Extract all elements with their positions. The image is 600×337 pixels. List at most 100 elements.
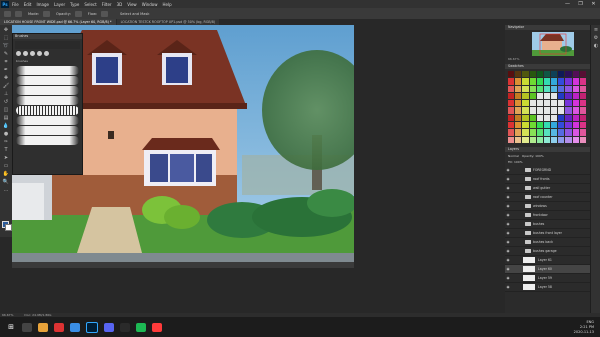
- opacity-field[interactable]: [74, 10, 82, 17]
- hand-tool-icon[interactable]: ✋: [2, 171, 10, 177]
- color-swatch[interactable]: [508, 78, 515, 85]
- flow-field[interactable]: [101, 10, 109, 17]
- marquee-tool-icon[interactable]: ⬚: [2, 35, 10, 41]
- color-swatch[interactable]: [529, 92, 536, 100]
- layer-row[interactable]: ◉ roof counter: [505, 193, 600, 202]
- layer-row[interactable]: ◉ bushes: [505, 220, 600, 229]
- menu-filter[interactable]: Filter: [102, 2, 112, 7]
- color-swatch[interactable]: [579, 92, 586, 100]
- blend-mode-dropdown[interactable]: Normal: [508, 154, 519, 158]
- blur-tool-icon[interactable]: 💧: [2, 123, 10, 129]
- visibility-eye-icon[interactable]: ◉: [505, 267, 511, 271]
- quick-select-tool-icon[interactable]: ✎: [2, 51, 10, 57]
- color-swatch[interactable]: [543, 122, 551, 129]
- color-swatch[interactable]: [558, 85, 565, 92]
- stamp-tool-icon[interactable]: ⊥: [2, 91, 10, 97]
- move-tool-icon[interactable]: ✥: [2, 27, 10, 33]
- layer-row[interactable]: ◉ bushes back: [505, 238, 600, 247]
- color-swatch[interactable]: [536, 100, 543, 107]
- pen-tool-icon[interactable]: ✑: [2, 139, 10, 145]
- visibility-eye-icon[interactable]: ◉: [505, 222, 511, 226]
- color-swatch[interactable]: [565, 114, 572, 122]
- brush-preset[interactable]: [16, 116, 79, 125]
- layer-row[interactable]: ◉ Layer 60: [505, 265, 600, 274]
- color-swatch[interactable]: [551, 122, 558, 129]
- color-swatch[interactable]: [558, 129, 565, 136]
- minimize-button[interactable]: —: [561, 0, 574, 8]
- color-swatch[interactable]: [522, 114, 529, 122]
- menu-window[interactable]: Window: [142, 2, 158, 7]
- layer-row[interactable]: ◉ windows: [505, 202, 600, 211]
- search-icon[interactable]: [22, 322, 32, 332]
- color-swatch[interactable]: [536, 92, 543, 100]
- file-explorer-icon[interactable]: [38, 322, 48, 332]
- color-swatch[interactable]: [565, 107, 572, 114]
- color-swatch[interactable]: [522, 85, 529, 92]
- canvas-scrollbar[interactable]: [12, 262, 354, 268]
- color-swatch[interactable]: [529, 107, 536, 114]
- color-swatch[interactable]: [529, 129, 536, 136]
- photoshop-taskbar-icon[interactable]: [86, 321, 98, 333]
- background-color-swatch[interactable]: [5, 224, 12, 231]
- color-swatch[interactable]: [515, 122, 522, 129]
- color-swatch[interactable]: [515, 136, 522, 143]
- healing-tool-icon[interactable]: ✚: [2, 75, 10, 81]
- color-swatch[interactable]: [536, 136, 543, 143]
- eyedropper-tool-icon[interactable]: ✒: [2, 67, 10, 73]
- color-swatch[interactable]: [529, 78, 536, 85]
- brush-tip-icon[interactable]: [30, 51, 35, 56]
- color-swatch[interactable]: [536, 85, 543, 92]
- color-swatch[interactable]: [565, 92, 572, 100]
- color-swatch[interactable]: [551, 100, 558, 107]
- color-swatch[interactable]: [551, 129, 558, 136]
- color-swatch[interactable]: [565, 129, 572, 136]
- visibility-eye-icon[interactable]: ◉: [505, 195, 511, 199]
- color-swatch[interactable]: [572, 129, 579, 136]
- color-swatch[interactable]: [579, 122, 586, 129]
- color-swatch[interactable]: [565, 78, 572, 85]
- color-swatch[interactable]: [572, 122, 579, 129]
- color-swatch[interactable]: [572, 78, 579, 85]
- brush-tip-icon[interactable]: [37, 51, 42, 56]
- visibility-eye-icon[interactable]: ◉: [505, 276, 511, 280]
- color-swatch[interactable]: [543, 129, 551, 136]
- layer-row[interactable]: ◉ wall gutter: [505, 184, 600, 193]
- color-swatch[interactable]: [572, 107, 579, 114]
- discord-icon[interactable]: [104, 322, 114, 332]
- color-swatch[interactable]: [565, 100, 572, 107]
- color-swatch[interactable]: [543, 114, 551, 122]
- color-swatch[interactable]: [572, 85, 579, 92]
- color-swatch[interactable]: [515, 100, 522, 107]
- color-swatch[interactable]: [529, 136, 536, 143]
- tool-preset-picker[interactable]: [4, 10, 11, 17]
- brush-preset[interactable]: [16, 126, 79, 135]
- color-swatch[interactable]: [579, 107, 586, 114]
- color-swatch[interactable]: [508, 114, 515, 122]
- color-swatch[interactable]: [579, 114, 586, 122]
- color-swatch[interactable]: [543, 78, 551, 85]
- properties-panel-icon[interactable]: ⚙: [592, 35, 600, 41]
- color-swatch[interactable]: [572, 100, 579, 107]
- color-swatch[interactable]: [558, 92, 565, 100]
- taskbar-app-icon[interactable]: [54, 322, 64, 332]
- menu-type[interactable]: Type: [70, 2, 79, 7]
- swatch-grid[interactable]: [508, 71, 586, 143]
- adjustments-panel-icon[interactable]: ◐: [592, 43, 600, 49]
- color-swatch[interactable]: [572, 136, 579, 143]
- color-swatch[interactable]: [565, 85, 572, 92]
- color-swatch[interactable]: [543, 71, 551, 78]
- color-swatch[interactable]: [543, 92, 551, 100]
- color-swatch[interactable]: [529, 114, 536, 122]
- menu-image[interactable]: Image: [36, 2, 49, 7]
- taskbar-app-icon[interactable]: [152, 322, 162, 332]
- color-swatch[interactable]: [558, 107, 565, 114]
- color-swatch[interactable]: [515, 114, 522, 122]
- color-swatch[interactable]: [579, 71, 586, 78]
- color-swatch[interactable]: [572, 71, 579, 78]
- layer-row[interactable]: ◉ Layer 61: [505, 256, 600, 265]
- color-swatch[interactable]: [536, 122, 543, 129]
- menu-select[interactable]: Select: [84, 2, 96, 7]
- menu-view[interactable]: View: [127, 2, 137, 7]
- brush-preset[interactable]: [16, 106, 79, 115]
- brush-preset[interactable]: [16, 136, 79, 145]
